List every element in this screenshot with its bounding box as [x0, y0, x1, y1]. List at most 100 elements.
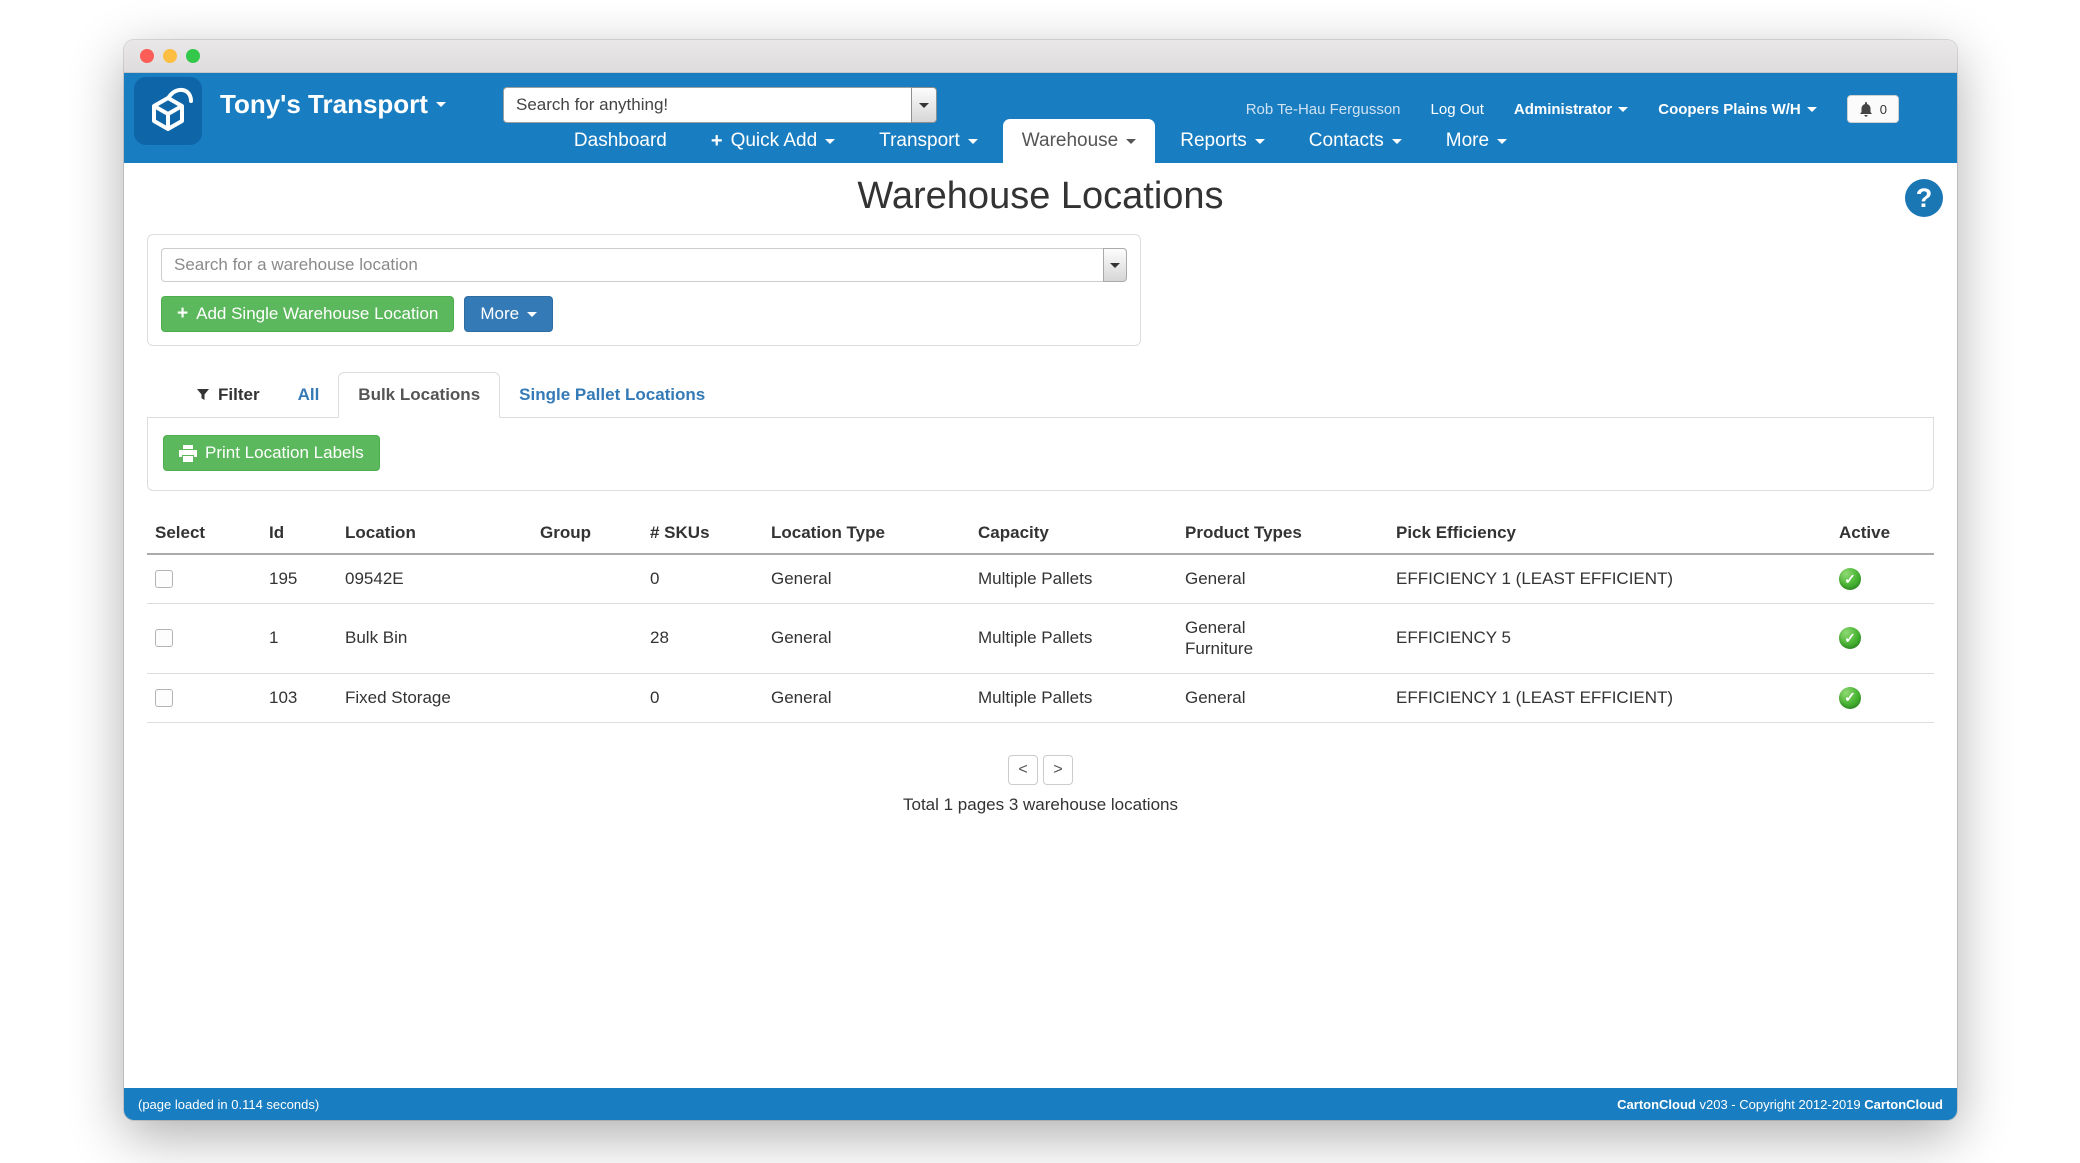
prev-page-button[interactable]: < [1008, 755, 1038, 785]
warehouse-label: Coopers Plains W/H [1658, 101, 1801, 118]
row-select-checkbox[interactable] [155, 689, 173, 707]
filter-icon [196, 388, 210, 402]
global-search-dropdown-button[interactable] [911, 87, 937, 123]
logout-link[interactable]: Log Out [1431, 101, 1484, 118]
nav-warehouse[interactable]: Warehouse [1003, 119, 1155, 163]
tab-single-pallet-locations[interactable]: Single Pallet Locations [500, 373, 724, 417]
tab-label: Bulk Locations [358, 385, 480, 405]
page-content: Warehouse Locations ? + Add Single Wareh… [124, 163, 1957, 1088]
caret-down-icon [919, 103, 929, 108]
location-search [161, 248, 1127, 282]
footer-version: v203 - Copyright 2012-2019 [1699, 1097, 1860, 1112]
nav-label: Warehouse [1022, 130, 1118, 152]
page-load-time: (page loaded in 0.114 seconds) [138, 1097, 319, 1112]
close-window-button[interactable] [140, 49, 154, 63]
active-check-icon: ✓ [1839, 687, 1861, 709]
cell-capacity: Multiple Pallets [970, 673, 1177, 722]
cell-skus: 0 [642, 673, 763, 722]
current-user-link[interactable]: Rob Te-Hau Fergusson [1246, 101, 1401, 118]
check-glyph: ✓ [1844, 630, 1856, 647]
col-active: Active [1831, 513, 1934, 554]
page-title: Warehouse Locations [147, 163, 1934, 218]
global-search [503, 87, 937, 123]
role-label: Administrator [1514, 101, 1612, 118]
caret-down-icon [825, 139, 835, 144]
print-location-labels-button[interactable]: Print Location Labels [163, 435, 380, 471]
cell-skus: 28 [642, 604, 763, 674]
caret-down-icon [1618, 107, 1628, 112]
col-pick-efficiency: Pick Efficiency [1388, 513, 1831, 554]
question-mark: ? [1916, 183, 1933, 214]
nav-label: Dashboard [574, 130, 667, 152]
nav-transport[interactable]: Transport [860, 119, 997, 163]
tab-all[interactable]: All [279, 373, 339, 417]
footer-brand: CartonCloud [1864, 1097, 1943, 1112]
zoom-window-button[interactable] [186, 49, 200, 63]
tab-label: Filter [218, 385, 260, 405]
cell-active: ✓ [1831, 604, 1934, 674]
app-header: Tony's Transport Rob Te-Hau Fergusson Lo… [124, 73, 1957, 163]
caret-down-icon [1392, 139, 1402, 144]
nav-label: Contacts [1309, 130, 1384, 152]
caret-down-icon [1126, 139, 1136, 144]
bulk-actions-panel: Print Location Labels [147, 418, 1934, 491]
col-select: Select [147, 513, 261, 554]
add-single-warehouse-location-button[interactable]: + Add Single Warehouse Location [161, 296, 454, 332]
cell-location: Fixed Storage [337, 673, 532, 722]
nav-reports[interactable]: Reports [1161, 119, 1284, 163]
warehouse-dropdown[interactable]: Coopers Plains W/H [1658, 101, 1817, 118]
row-select-checkbox[interactable] [155, 629, 173, 647]
warehouse-locations-table: Select Id Location Group # SKUs Location… [147, 513, 1934, 723]
minimize-window-button[interactable] [163, 49, 177, 63]
app-footer: (page loaded in 0.114 seconds) CartonClo… [124, 1088, 1957, 1120]
cell-location-type: General [763, 604, 970, 674]
product-type: Furniture [1185, 638, 1380, 659]
nav-dashboard[interactable]: Dashboard [555, 119, 686, 163]
col-location-type: Location Type [763, 513, 970, 554]
nav-label: Transport [879, 130, 960, 152]
nav-more[interactable]: More [1427, 119, 1526, 163]
location-search-input[interactable] [161, 248, 1103, 282]
caret-down-icon [436, 102, 446, 107]
location-search-dropdown-button[interactable] [1103, 248, 1127, 282]
more-button-label: More [480, 304, 519, 324]
tab-filter[interactable]: Filter [177, 373, 279, 417]
row-select-checkbox[interactable] [155, 570, 173, 588]
cell-active: ✓ [1831, 554, 1934, 604]
next-page-button[interactable]: > [1043, 755, 1073, 785]
help-icon[interactable]: ? [1905, 179, 1943, 217]
cell-pick-efficiency: EFFICIENCY 1 (LEAST EFFICIENT) [1388, 673, 1831, 722]
col-capacity: Capacity [970, 513, 1177, 554]
tenant-switcher[interactable]: Tony's Transport [220, 89, 446, 120]
print-button-label: Print Location Labels [205, 443, 364, 463]
nav-label: Quick Add [731, 130, 818, 152]
global-search-input[interactable] [503, 87, 911, 123]
check-glyph: ✓ [1844, 571, 1856, 588]
cell-id: 1 [261, 604, 337, 674]
nav-quick-add[interactable]: + Quick Add [692, 119, 854, 163]
more-actions-button[interactable]: More [464, 296, 553, 332]
tabs-row: Filter All Bulk Locations Single Pallet … [147, 372, 1934, 418]
nav-label: More [1446, 130, 1489, 152]
cell-product-types: General [1177, 554, 1388, 604]
cell-product-types: General [1177, 673, 1388, 722]
tab-label: All [298, 385, 320, 405]
table-row: 103 Fixed Storage 0 General Multiple Pal… [147, 673, 1934, 722]
col-group: Group [532, 513, 642, 554]
cell-id: 195 [261, 554, 337, 604]
main-nav: Dashboard + Quick Add Transport Warehous… [124, 119, 1957, 163]
caret-down-icon [527, 312, 537, 317]
bell-icon [1859, 102, 1873, 117]
plus-icon: + [711, 134, 723, 148]
printer-icon [179, 445, 197, 462]
nav-contacts[interactable]: Contacts [1290, 119, 1421, 163]
cell-id: 103 [261, 673, 337, 722]
app-window: Tony's Transport Rob Te-Hau Fergusson Lo… [124, 40, 1957, 1120]
table-header-row: Select Id Location Group # SKUs Location… [147, 513, 1934, 554]
product-type: General [1185, 617, 1380, 638]
role-dropdown[interactable]: Administrator [1514, 101, 1628, 118]
cell-location-type: General [763, 554, 970, 604]
add-button-label: Add Single Warehouse Location [196, 304, 438, 324]
tab-bulk-locations[interactable]: Bulk Locations [338, 372, 500, 418]
pagination: < > [147, 755, 1934, 785]
